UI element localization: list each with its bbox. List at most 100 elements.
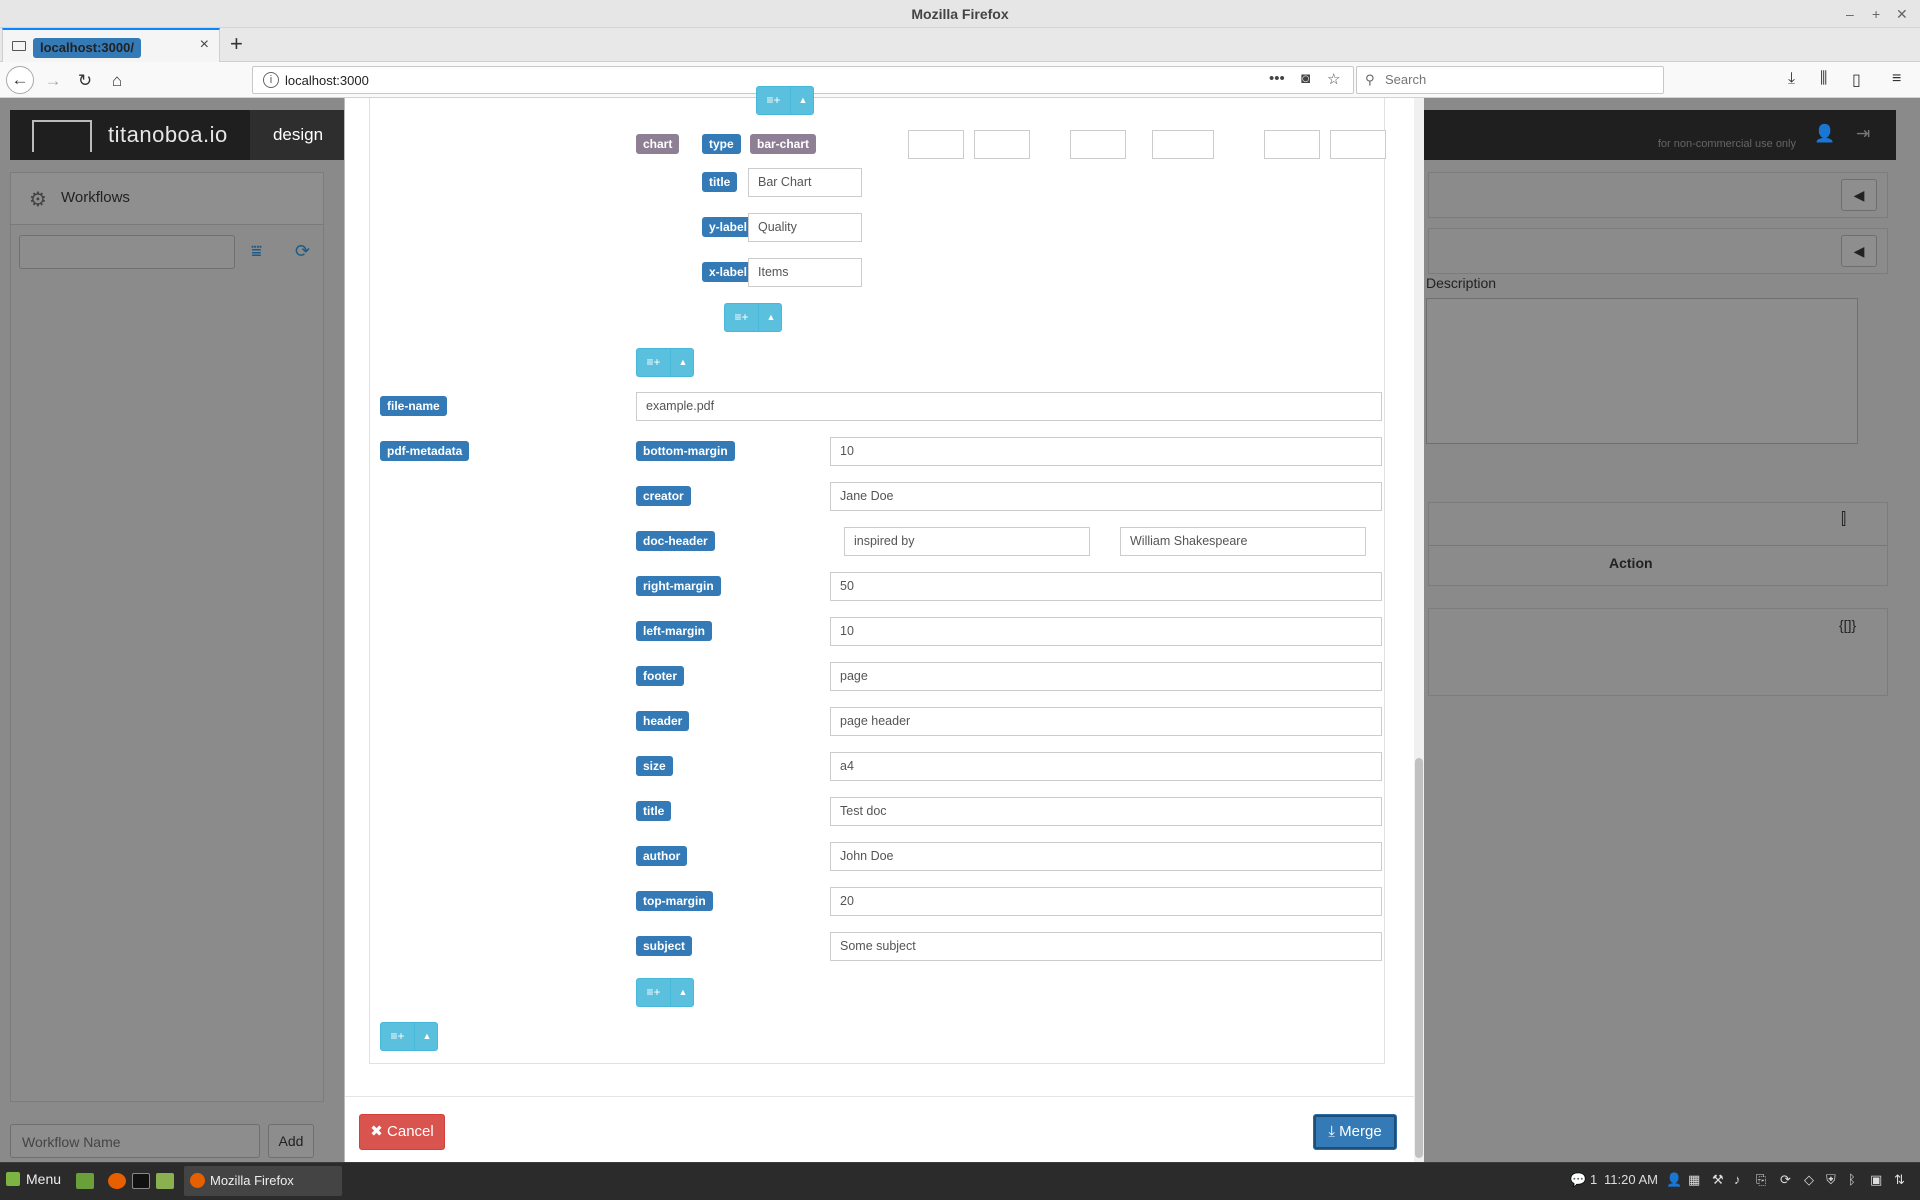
workspace-number[interactable]: 1 (1590, 1172, 1597, 1187)
empty-field[interactable] (1264, 130, 1320, 159)
creator-field[interactable]: Jane Doe (830, 482, 1382, 511)
terminal-icon[interactable] (132, 1173, 150, 1189)
library-icon[interactable]: ⫼ (1820, 70, 1827, 88)
file-name-field[interactable]: example.pdf (636, 392, 1382, 421)
add-property-button[interactable]: ≡+ ▲ (756, 86, 814, 115)
show-desktop-icon[interactable] (76, 1173, 94, 1189)
search-box[interactable]: ⚲ (1356, 66, 1664, 94)
key-chart-title[interactable]: title (702, 172, 738, 192)
size-field[interactable]: a4 (830, 752, 1382, 781)
key-file-name[interactable]: file-name (380, 396, 447, 416)
tools-icon[interactable]: ⚒ (1712, 1172, 1724, 1188)
user-tray-icon[interactable]: 👤 (1666, 1172, 1682, 1188)
nvidia-icon[interactable]: ▣ (1870, 1172, 1882, 1188)
files-icon[interactable] (156, 1173, 174, 1189)
clock[interactable]: 11:20 AM (1604, 1172, 1658, 1187)
value-bar-chart[interactable]: bar-chart (750, 134, 817, 154)
search-input[interactable] (1385, 72, 1655, 87)
back-icon[interactable]: ← (6, 66, 34, 94)
key-footer[interactable]: footer (636, 666, 684, 686)
page-actions-icon[interactable]: ••• (1269, 70, 1285, 87)
downloads-icon[interactable]: ⤓ (1788, 70, 1795, 88)
bottom-margin-field[interactable]: 10 (830, 437, 1382, 466)
key-doc-header[interactable]: doc-header (636, 531, 715, 551)
empty-field[interactable] (1070, 130, 1126, 159)
key-x-label[interactable]: x-label (702, 262, 755, 282)
key-header[interactable]: header (636, 711, 690, 731)
y-label-field[interactable]: Quality (748, 213, 862, 242)
header-field[interactable]: page header (830, 707, 1382, 736)
subject-field[interactable]: Some subject (830, 932, 1382, 961)
modal-scrollbar[interactable] (1414, 98, 1424, 1162)
key-subject[interactable]: subject (636, 936, 693, 956)
home-icon[interactable]: ⌂ (104, 68, 130, 94)
x-label-field[interactable]: Items (748, 258, 862, 287)
doc-header-field-1[interactable]: inspired by (844, 527, 1090, 556)
key-size[interactable]: size (636, 756, 673, 776)
key-chart[interactable]: chart (636, 134, 680, 154)
close-window-icon[interactable]: ✕ (1896, 0, 1908, 28)
dropbox-icon[interactable]: ◇ (1804, 1172, 1814, 1188)
empty-field[interactable] (908, 130, 964, 159)
footer-field[interactable]: page (830, 662, 1382, 691)
key-title[interactable]: title (636, 801, 672, 821)
bluetooth-icon[interactable]: ᛒ (1848, 1172, 1856, 1187)
filter-icon[interactable]: ⩸ (251, 241, 262, 262)
keyboard-layout-icon[interactable]: ▦ (1688, 1172, 1700, 1188)
sidebar-icon[interactable]: ▯ (1852, 70, 1861, 90)
key-top-margin[interactable]: top-margin (636, 891, 713, 911)
empty-field[interactable] (1152, 130, 1214, 159)
description-textarea[interactable] (1426, 298, 1858, 444)
key-left-margin[interactable]: left-margin (636, 621, 713, 641)
network-icon[interactable]: ⇅ (1894, 1172, 1905, 1188)
workflow-name-input[interactable]: Workflow Name (10, 1124, 260, 1158)
key-type[interactable]: type (702, 134, 741, 154)
chart-title-field[interactable]: Bar Chart (748, 168, 862, 197)
left-margin-field[interactable]: 10 (830, 617, 1382, 646)
shield-icon[interactable]: ⛨ (1826, 1172, 1836, 1188)
start-menu[interactable]: Menu (6, 1171, 61, 1187)
add-chart-property-button[interactable]: ≡+ ▲ (724, 303, 782, 332)
json-icon[interactable]: {[]} (1839, 617, 1856, 633)
nav-design[interactable]: design (250, 110, 346, 160)
logout-icon[interactable]: ⇥ (1856, 124, 1870, 144)
workflow-search-input[interactable] (19, 235, 235, 269)
bookmark-star-icon[interactable]: ☆ (1327, 70, 1340, 88)
pocket-icon[interactable]: ◙ (1301, 70, 1310, 87)
reload-icon[interactable]: ↻ (72, 68, 98, 94)
right-margin-field[interactable]: 50 (830, 572, 1382, 601)
author-field[interactable]: John Doe (830, 842, 1382, 871)
key-right-margin[interactable]: right-margin (636, 576, 721, 596)
empty-field[interactable] (974, 130, 1030, 159)
site-info-icon[interactable]: i (263, 72, 279, 88)
update-icon[interactable]: ⟳ (1780, 1172, 1791, 1188)
taskbar-window-firefox[interactable]: Mozilla Firefox (184, 1166, 342, 1196)
browser-tab[interactable]: localhost:3000/ × (2, 28, 220, 62)
empty-field[interactable] (1330, 130, 1386, 159)
add-property-button[interactable]: ≡+ ▲ (636, 348, 694, 377)
key-pdf-metadata[interactable]: pdf-metadata (380, 441, 470, 461)
top-margin-field[interactable]: 20 (830, 887, 1382, 916)
close-tab-icon[interactable]: × (200, 36, 209, 54)
add-workflow-button[interactable]: Add (268, 1124, 314, 1158)
menu-icon[interactable]: ≡ (1892, 70, 1901, 88)
add-metadata-property-button[interactable]: ≡+ ▲ (636, 978, 694, 1007)
key-creator[interactable]: creator (636, 486, 691, 506)
minimize-icon[interactable]: – (1846, 0, 1854, 28)
collapse-properties-icon[interactable]: ◀ (1841, 235, 1877, 267)
chat-icon[interactable]: 💬 (1570, 1172, 1586, 1188)
cancel-button[interactable]: ✖ Cancel (359, 1114, 445, 1150)
key-author[interactable]: author (636, 846, 688, 866)
add-root-property-button[interactable]: ≡+ ▲ (380, 1022, 438, 1051)
refresh-icon[interactable]: ⟳ (295, 241, 310, 262)
key-y-label[interactable]: y-label (702, 217, 755, 237)
title-field[interactable]: Test doc (830, 797, 1382, 826)
clipboard-icon[interactable]: ⎘ (1756, 1172, 1766, 1188)
doc-header-field-2[interactable]: William Shakespeare (1120, 527, 1366, 556)
new-tab-icon[interactable]: + (230, 31, 243, 57)
firefox-launcher-icon[interactable] (108, 1173, 126, 1189)
collapse-right-icon[interactable]: ◀ (1841, 179, 1877, 211)
maximize-icon[interactable]: + (1872, 0, 1880, 28)
scroll-thumb[interactable] (1415, 758, 1423, 1158)
key-bottom-margin[interactable]: bottom-margin (636, 441, 735, 461)
